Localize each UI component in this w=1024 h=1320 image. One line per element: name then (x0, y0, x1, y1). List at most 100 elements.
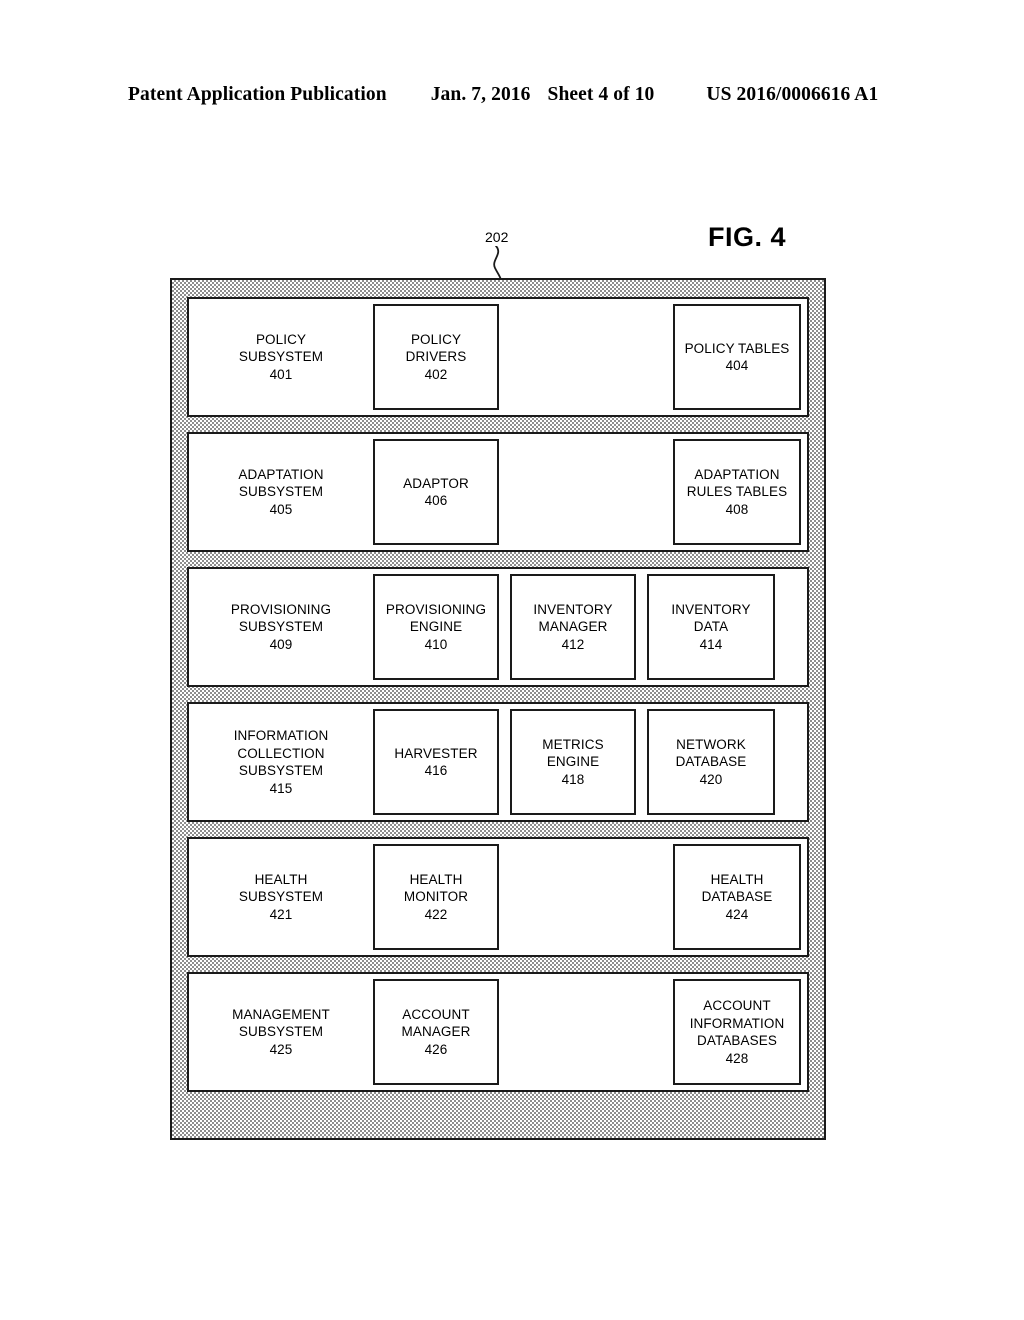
component-slot: INVENTORY MANAGER 412 (510, 574, 636, 680)
component-box: PROVISIONING ENGINE 410 (373, 574, 499, 680)
component-slot: ADAPTATION RULES TABLES 408 (673, 439, 801, 545)
component-slot: INVENTORY DATA 414 (647, 574, 775, 680)
component-box-line: INVENTORY (533, 601, 613, 617)
component-box-line: 428 (725, 1050, 749, 1066)
component-box: HEALTH MONITOR 422 (373, 844, 499, 950)
subsystem-row: POLICY SUBSYSTEM 401 POLICY DRIVERS 402 POLICY… (187, 297, 809, 417)
reference-numeral-202: 202 (485, 229, 509, 245)
component-box-line: PROVISIONING (385, 601, 487, 617)
component-box: ADAPTOR 406 (373, 439, 499, 545)
component-box-line: HARVESTER (394, 745, 478, 761)
component-slot: HEALTH MONITOR 422 (373, 844, 499, 950)
component-box-line: POLICY (410, 331, 462, 347)
subsystem-label-line: SUBSYSTEM (238, 484, 324, 500)
subsystem-label-line: 415 (269, 780, 293, 796)
subsystem-label: MANAGEMENT SUBSYSTEM 425 (189, 1006, 373, 1059)
subsystem-label-line: COLLECTION (237, 745, 325, 761)
component-box: HARVESTER 416 (373, 709, 499, 815)
component-box-line: DATA (693, 619, 729, 635)
component-box-line: DATABASES (697, 1033, 777, 1048)
subsystem-row: ADAPTATION SUBSYSTEM 405 ADAPTOR 406 ADAPTATI… (187, 432, 809, 552)
component-slot: NETWORK DATABASE 420 (647, 709, 775, 815)
subsystem-label-line: POLICY (255, 331, 307, 347)
component-box-line: 420 (699, 771, 723, 787)
component-box-line: 416 (424, 763, 448, 778)
subsystem-row: INFORMATION COLLECTION SUBSYSTEM 415 HARVEST… (187, 702, 809, 822)
component-box-line: MANAGER (401, 1024, 471, 1040)
page-header: Patent Application Publication Jan. 7, 2… (128, 84, 896, 110)
component-box-line: 402 (424, 366, 448, 382)
subsystem-label-line: 401 (269, 366, 293, 382)
component-box-line: ADAPTATION (694, 466, 780, 482)
component-box-line: ACCOUNT (402, 1006, 470, 1022)
component-box: ACCOUNT MANAGER 426 (373, 979, 499, 1085)
component-slot: ACCOUNT INFORMATION DATABASES 428 (673, 979, 801, 1085)
component-slot: POLICY TABLES 404 (673, 304, 801, 410)
component-box-line: 426 (424, 1041, 448, 1057)
subsystem-label-line: SUBSYSTEM (238, 619, 324, 635)
component-box: ADAPTATION RULES TABLES 408 (673, 439, 801, 545)
component-box: HEALTH DATABASE 424 (673, 844, 801, 950)
subsystem-label: PROVISIONING SUBSYSTEM 409 (189, 601, 373, 654)
subsystem-label-line: ADAPTATION (238, 466, 324, 482)
component-box-line: METRICS (542, 736, 604, 752)
component-slot: POLICY DRIVERS 402 (373, 304, 499, 410)
subsystem-label-line: INFORMATION (233, 728, 329, 743)
leader-line-202 (493, 246, 502, 281)
component-box: POLICY TABLES 404 (673, 304, 801, 410)
header-publication-title: Patent Application Publication (128, 84, 387, 105)
figure-label: FIG. 4 (708, 222, 787, 252)
component-box-line: INVENTORY (671, 601, 751, 617)
subsystem-label-line: SUBSYSTEM (238, 349, 324, 365)
subsystem-label: ADAPTATION SUBSYSTEM 405 (189, 466, 373, 519)
component-box-line: POLICY TABLES (684, 340, 790, 356)
component-box-line: 424 (725, 906, 749, 922)
component-slot: METRICS ENGINE 418 (510, 709, 636, 815)
subsystem-row: MANAGEMENT SUBSYSTEM 425 ACCOUNT MANAGER 426 A… (187, 972, 809, 1092)
subsystem-label: POLICY SUBSYSTEM 401 (189, 331, 373, 384)
component-box-line: 408 (725, 501, 749, 517)
system-container-202: POLICY SUBSYSTEM 401 POLICY DRIVERS 402 POLICY… (170, 278, 826, 1140)
subsystem-label: INFORMATION COLLECTION SUBSYSTEM 415 (189, 727, 373, 797)
component-box-line: MANAGER (538, 619, 608, 635)
component-box-line: DRIVERS (405, 349, 467, 365)
subsystem-label-line: SUBSYSTEM (238, 763, 324, 778)
component-box-line: ACCOUNT (703, 998, 771, 1013)
component-box: NETWORK DATABASE 420 (647, 709, 775, 815)
component-slot: ADAPTOR 406 (373, 439, 499, 545)
component-box-line: DATABASE (701, 889, 773, 905)
component-box-line: 422 (424, 906, 448, 922)
component-box: POLICY DRIVERS 402 (373, 304, 499, 410)
subsystem-label-line: 421 (269, 906, 293, 922)
subsystem-row: PROVISIONING SUBSYSTEM 409 PROVISIONING ENGI… (187, 567, 809, 687)
subsystem-label-line: MANAGEMENT (232, 1006, 330, 1022)
subsystem-label-line: PROVISIONING (230, 601, 332, 617)
component-box-line: INFORMATION (689, 1015, 785, 1031)
component-box-line: HEALTH (409, 871, 463, 887)
subsystem-label: HEALTH SUBSYSTEM 421 (189, 871, 373, 924)
subsystem-label-line: SUBSYSTEM (238, 1024, 324, 1040)
subsystem-label-line: 409 (269, 636, 293, 652)
component-box-line: 412 (561, 636, 585, 652)
component-slot: ACCOUNT MANAGER 426 (373, 979, 499, 1085)
component-box: METRICS ENGINE 418 (510, 709, 636, 815)
component-box-line: ENGINE (546, 754, 600, 770)
component-box: INVENTORY DATA 414 (647, 574, 775, 680)
header-sheet-number: Sheet 4 of 10 (547, 84, 655, 105)
component-box-line: 406 (424, 493, 448, 508)
component-slot: HARVESTER 416 (373, 709, 499, 815)
component-box-line: DATABASE (675, 754, 747, 770)
component-box-line: 404 (725, 358, 749, 373)
component-box: ACCOUNT INFORMATION DATABASES 428 (673, 979, 801, 1085)
subsystem-label-line: 405 (269, 501, 293, 517)
component-box-line: RULES TABLES (686, 484, 788, 500)
header-date: Jan. 7, 2016 (430, 84, 531, 105)
component-box: INVENTORY MANAGER 412 (510, 574, 636, 680)
component-slot: PROVISIONING ENGINE 410 (373, 574, 499, 680)
component-box-line: 418 (561, 771, 585, 787)
component-box-line: NETWORK (676, 736, 746, 752)
header-patent-number: US 2016/0006616 A1 (706, 84, 879, 105)
component-box-line: ENGINE (409, 619, 463, 635)
subsystem-row: HEALTH SUBSYSTEM 421 HEALTH MONITOR 422 HEALTH… (187, 837, 809, 957)
subsystem-label-line: SUBSYSTEM (238, 889, 324, 905)
